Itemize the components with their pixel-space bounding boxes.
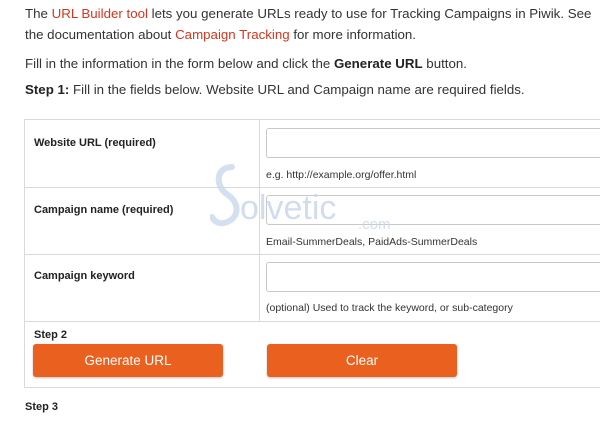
website-url-label: Website URL (required) xyxy=(34,137,156,149)
row-divider xyxy=(259,187,260,254)
clear-button[interactable]: Clear xyxy=(267,344,457,377)
generate-url-button[interactable]: Generate URL xyxy=(33,344,223,377)
url-builder-link[interactable]: URL Builder tool xyxy=(52,6,148,21)
campaign-name-row: Campaign name (required) Email-SummerDea… xyxy=(25,187,600,255)
campaign-keyword-label: Campaign keyword xyxy=(34,270,135,282)
website-url-row: Website URL (required) e.g. http://examp… xyxy=(25,120,600,188)
website-url-input[interactable] xyxy=(266,128,600,158)
campaign-form: Website URL (required) e.g. http://examp… xyxy=(24,119,600,388)
campaign-keyword-hint: (optional) Used to track the keyword, or… xyxy=(266,302,513,314)
campaign-name-input[interactable] xyxy=(266,195,600,225)
campaign-name-label: Campaign name (required) xyxy=(34,204,174,216)
instruction-text: Fill in the information in the form belo… xyxy=(25,56,467,71)
campaign-tracking-link[interactable]: Campaign Tracking xyxy=(175,27,290,42)
step2-label: Step 2 xyxy=(34,329,68,341)
intro-paragraph: The URL Builder tool lets you generate U… xyxy=(25,6,592,42)
row-divider xyxy=(259,120,260,187)
step1-text: Step 1: Fill in the fields below. Websit… xyxy=(25,82,525,97)
step3-label: Step 3 xyxy=(25,401,59,413)
campaign-name-hint: Email-SummerDeals, PaidAds-SummerDeals xyxy=(266,236,478,248)
campaign-keyword-input[interactable] xyxy=(266,262,600,292)
campaign-keyword-row: Campaign keyword (optional) Used to trac… xyxy=(25,254,600,322)
row-divider xyxy=(259,254,260,321)
website-url-hint: e.g. http://example.org/offer.html xyxy=(266,169,417,181)
